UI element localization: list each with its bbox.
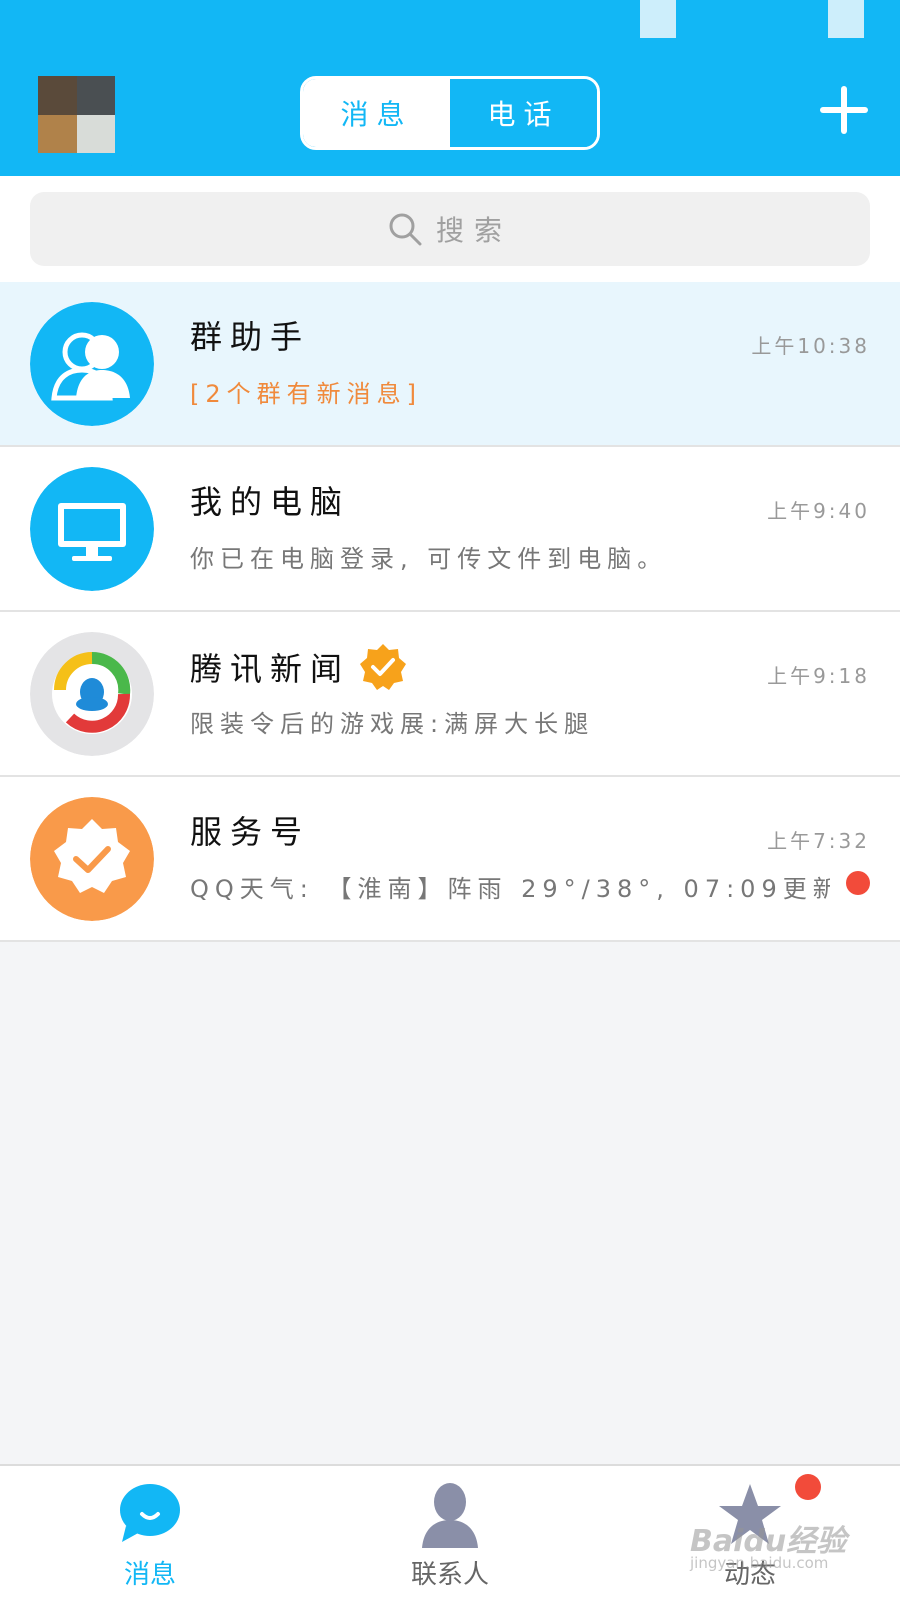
nav-messages[interactable]: 消息 [0,1466,300,1600]
conversation-title: 腾讯新闻 [190,642,408,692]
conversation-title: 服务号 [190,813,311,851]
conversation-preview: [2个群有新消息] [190,380,422,408]
conversation-preview: 你已在电脑登录, 可传文件到电脑。 [190,545,668,573]
message-call-switch: 消息 电话 [300,76,600,150]
user-avatar[interactable] [38,76,115,153]
conversation-title: 群助手 [190,318,311,356]
conversation-preview: 限装令后的游戏展:满屏大长腿 [190,710,595,738]
tencent-news-icon [30,632,154,756]
baidu-watermark-url: jingyan.baidu.com [690,1554,829,1572]
conversation-my-computer[interactable]: 我的电脑 你已在电脑登录, 可传文件到电脑。 上午9:40 [0,447,900,612]
search-placeholder: 搜索 [435,214,512,247]
service-account-icon [30,797,154,921]
tab-messages[interactable]: 消息 [303,79,450,147]
nav-label: 消息 [123,1560,176,1590]
chat-bubble-icon [118,1482,182,1550]
conversation-service-account[interactable]: 服务号 QQ天气: 【淮南】阵雨 29°/38°, 07:09更新 上午7:32 [0,777,900,942]
search-area: 搜索 [0,176,900,282]
conversation-group-assistant[interactable]: 群助手 [2个群有新消息] 上午10:38 [0,282,900,447]
nav-label: 联系人 [410,1560,489,1590]
conversation-time: 上午9:18 [767,664,870,688]
contacts-icon [418,1482,482,1552]
verified-badge-icon [358,642,408,692]
search-input[interactable]: 搜索 [30,192,870,266]
conversation-time: 上午10:38 [751,334,870,358]
group-assistant-icon [30,302,154,426]
tab-calls[interactable]: 电话 [450,79,597,147]
conversation-time: 上午7:32 [767,829,870,853]
conversation-title: 我的电脑 [190,483,351,521]
computer-icon [30,467,154,591]
add-plus-icon[interactable] [820,86,868,134]
conversation-tencent-news[interactable]: 腾讯新闻 限装令后的游戏展:满屏大长腿 上午9:18 [0,612,900,777]
search-icon [388,212,422,246]
top-header: 消息 电话 [0,0,900,176]
unread-dot [846,871,870,895]
conversation-list: 群助手 [2个群有新消息] 上午10:38 我的电脑 你已在电脑登录, 可传文件… [0,282,900,942]
nav-contacts[interactable]: 联系人 [300,1466,600,1600]
notification-dot [795,1474,821,1500]
conversation-preview: QQ天气: 【淮南】阵雨 29°/38°, 07:09更新 [190,875,830,903]
conversation-time: 上午9:40 [767,499,870,523]
